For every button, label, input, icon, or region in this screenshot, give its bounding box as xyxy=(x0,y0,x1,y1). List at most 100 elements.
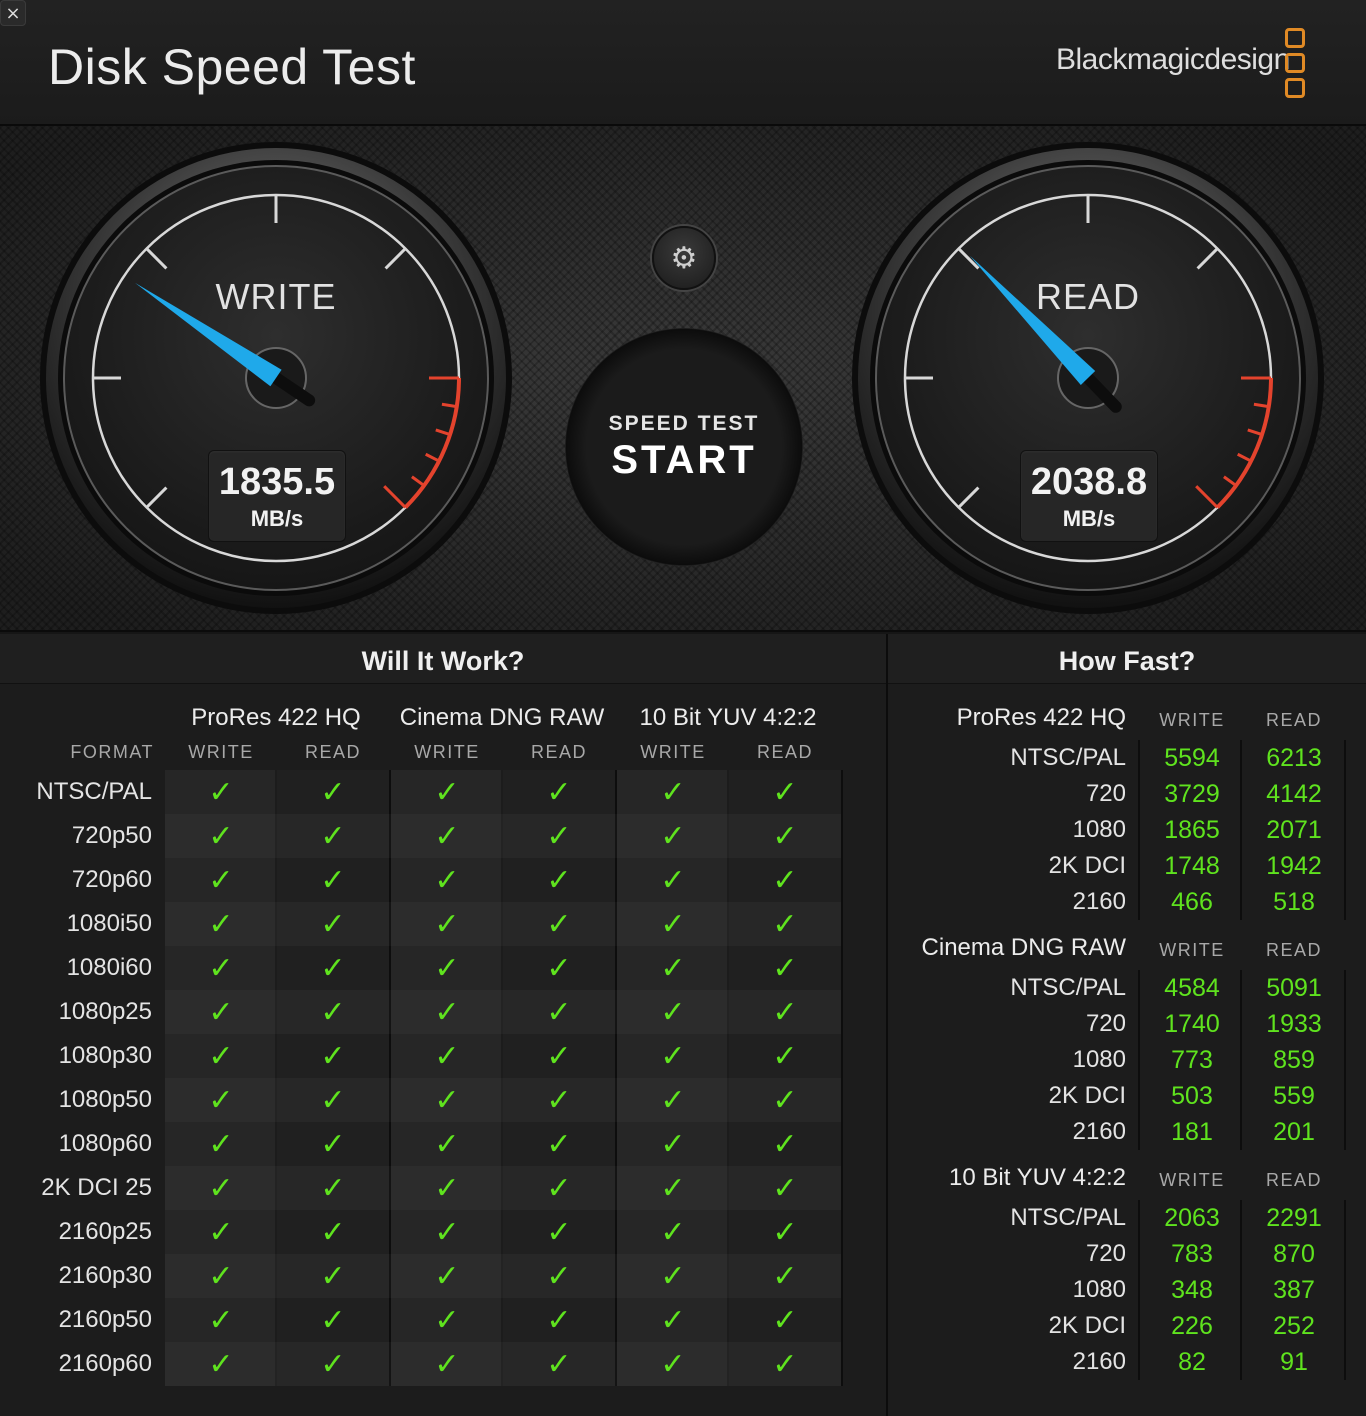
gear-icon: ⚙ xyxy=(670,240,698,276)
column-separator xyxy=(1138,1200,1140,1380)
read-speed-value: 2038.8 xyxy=(1030,461,1148,503)
check-icon: ✓ xyxy=(772,1082,798,1118)
check-icon: ✓ xyxy=(546,1082,572,1118)
check-icon: ✓ xyxy=(772,1126,798,1162)
check-icon: ✓ xyxy=(320,1038,346,1074)
app-title: Disk Speed Test xyxy=(48,39,416,95)
check-icon: ✓ xyxy=(660,1258,686,1294)
write-column-header: WRITE xyxy=(1159,710,1225,730)
resolution-label: 720 xyxy=(1085,780,1126,807)
check-icon: ✓ xyxy=(320,906,346,942)
format-row-label: 1080i50 xyxy=(66,910,152,937)
will-it-work-panel: Will It Work? ProRes 422 HQ Cinema DNG RA… xyxy=(0,634,886,1416)
format-row-label: NTSC/PAL xyxy=(36,778,152,805)
check-icon: ✓ xyxy=(660,906,686,942)
read-gauge-label: READ xyxy=(1035,276,1141,317)
read-fps-value: 859 xyxy=(1273,1046,1315,1074)
column-separator xyxy=(1138,740,1140,920)
check-icon: ✓ xyxy=(434,950,460,986)
read-column-header: READ xyxy=(756,742,813,762)
write-fps-value: 2063 xyxy=(1164,1204,1220,1232)
read-gauge xyxy=(852,142,1324,614)
resolution-label: 720 xyxy=(1085,1240,1126,1267)
check-icon: ✓ xyxy=(434,1038,460,1074)
check-icon: ✓ xyxy=(320,1126,346,1162)
check-icon: ✓ xyxy=(660,994,686,1030)
format-row-label: 1080p60 xyxy=(58,1130,152,1157)
check-icon: ✓ xyxy=(660,1170,686,1206)
check-icon: ✓ xyxy=(772,906,798,942)
how-fast-group-header: Cinema DNG RAW xyxy=(921,934,1126,961)
read-fps-value: 252 xyxy=(1273,1312,1315,1340)
write-speed-unit: MB/s xyxy=(250,506,304,531)
write-fps-value: 1748 xyxy=(1164,852,1220,880)
close-button[interactable]: × xyxy=(0,0,26,26)
check-icon: ✓ xyxy=(320,950,346,986)
resolution-label: 2K DCI xyxy=(1048,852,1126,879)
check-icon: ✓ xyxy=(208,1302,234,1338)
check-icon: ✓ xyxy=(434,1302,460,1338)
read-fps-value: 5091 xyxy=(1266,974,1322,1002)
settings-button[interactable]: ⚙ xyxy=(652,226,716,290)
how-fast-group-header: 10 Bit YUV 4:2:2 xyxy=(949,1164,1126,1191)
read-fps-value: 4142 xyxy=(1266,780,1322,808)
check-icon: ✓ xyxy=(434,1126,460,1162)
how-fast-title: How Fast? xyxy=(888,634,1366,684)
check-icon: ✓ xyxy=(546,994,572,1030)
check-icon: ✓ xyxy=(772,1170,798,1206)
check-icon: ✓ xyxy=(320,1258,346,1294)
format-row-label: 1080i60 xyxy=(66,954,152,981)
write-gauge xyxy=(40,142,512,614)
write-fps-value: 3729 xyxy=(1164,780,1220,808)
check-icon: ✓ xyxy=(208,1170,234,1206)
format-group-header: Cinema DNG RAW xyxy=(399,704,605,731)
check-icon: ✓ xyxy=(660,774,686,810)
check-icon: ✓ xyxy=(772,862,798,898)
check-icon: ✓ xyxy=(772,818,798,854)
column-separator xyxy=(1138,970,1140,1150)
read-speed-unit: MB/s xyxy=(1062,506,1116,531)
check-icon: ✓ xyxy=(772,1258,798,1294)
read-speed-readout: 2038.8 MB/s xyxy=(1020,450,1158,542)
check-icon: ✓ xyxy=(660,1302,686,1338)
check-icon: ✓ xyxy=(434,994,460,1030)
check-icon: ✓ xyxy=(208,1214,234,1250)
read-fps-value: 518 xyxy=(1273,888,1315,916)
check-icon: ✓ xyxy=(660,862,686,898)
check-icon: ✓ xyxy=(434,1258,460,1294)
format-row-label: 2160p60 xyxy=(58,1350,152,1377)
resolution-label: 2160 xyxy=(1072,1348,1126,1375)
check-icon: ✓ xyxy=(320,994,346,1030)
resolution-label: 2160 xyxy=(1072,888,1126,915)
will-it-work-title: Will It Work? xyxy=(0,634,886,684)
speed-test-start-button[interactable]: SPEED TEST START xyxy=(565,328,803,566)
disk-speed-test-window: Disk Speed Test Blackmagicdesign × WRITE… xyxy=(0,0,1366,1416)
check-icon: ✓ xyxy=(434,1346,460,1382)
check-icon: ✓ xyxy=(208,1346,234,1382)
check-icon: ✓ xyxy=(208,906,234,942)
check-icon: ✓ xyxy=(208,818,234,854)
format-row-label: 2K DCI 25 xyxy=(41,1174,152,1201)
check-icon: ✓ xyxy=(434,862,460,898)
check-icon: ✓ xyxy=(208,1126,234,1162)
format-row-label: 2160p25 xyxy=(58,1218,152,1245)
blackmagic-logo-icon xyxy=(1285,28,1307,102)
resolution-label: 1080 xyxy=(1072,1276,1126,1303)
read-fps-value: 91 xyxy=(1280,1348,1308,1376)
format-row-label: 1080p25 xyxy=(58,998,152,1025)
format-row-label: 1080p30 xyxy=(58,1042,152,1069)
resolution-label: NTSC/PAL xyxy=(1010,744,1126,771)
column-separator xyxy=(1344,1200,1346,1380)
check-icon: ✓ xyxy=(434,818,460,854)
read-fps-value: 2071 xyxy=(1266,816,1322,844)
check-icon: ✓ xyxy=(434,1214,460,1250)
write-column-header: WRITE xyxy=(640,742,706,762)
write-fps-value: 5594 xyxy=(1164,744,1220,772)
how-fast-group-header: ProRes 422 HQ xyxy=(956,704,1126,731)
check-icon: ✓ xyxy=(546,1346,572,1382)
check-icon: ✓ xyxy=(208,1038,234,1074)
check-icon: ✓ xyxy=(434,774,460,810)
check-icon: ✓ xyxy=(772,774,798,810)
check-icon: ✓ xyxy=(772,1346,798,1382)
check-icon: ✓ xyxy=(546,1170,572,1206)
